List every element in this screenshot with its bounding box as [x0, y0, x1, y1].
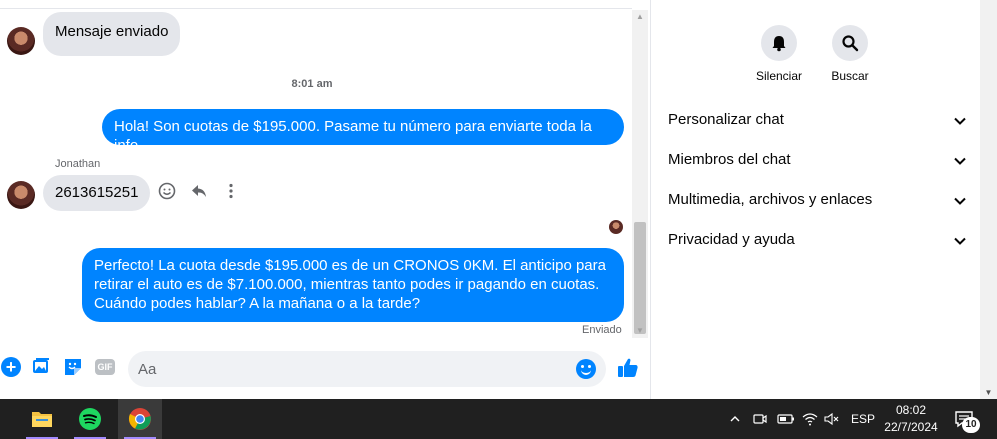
section-label: Privacidad y ayuda [668, 231, 795, 248]
sender-name: Jonathan [55, 158, 101, 170]
search-button[interactable]: Buscar [810, 25, 890, 83]
section-customize-chat[interactable]: Personalizar chat [668, 111, 968, 135]
screen: Mensaje enviado 8:01 am Hola! Son cuotas… [0, 0, 997, 439]
page-scrollbar[interactable]: ▼ [980, 0, 997, 399]
like-icon[interactable] [616, 356, 640, 386]
message-input[interactable] [138, 351, 568, 387]
reply-icon[interactable] [190, 182, 208, 205]
scroll-down-arrow-icon[interactable]: ▼ [980, 388, 997, 397]
search-label: Buscar [831, 69, 869, 83]
scroll-thumb[interactable] [634, 222, 646, 334]
meet-now-icon[interactable] [752, 399, 768, 439]
message-actions [158, 182, 240, 205]
clock-time: 08:02 [895, 403, 927, 417]
message-text: Mensaje enviado [55, 23, 169, 40]
contact-avatar[interactable] [7, 27, 35, 55]
emoji-icon[interactable] [576, 359, 596, 379]
spotify-icon[interactable] [68, 399, 112, 439]
contact-avatar[interactable] [7, 181, 35, 209]
section-media-files-links[interactable]: Multimedia, archivos y enlaces [668, 191, 968, 215]
seen-avatar [609, 220, 623, 234]
image-icon[interactable] [30, 356, 52, 378]
show-hidden-icons-chevron-icon[interactable] [729, 399, 741, 439]
section-privacy-help[interactable]: Privacidad y ayuda [668, 231, 968, 255]
mute-label: Silenciar [755, 69, 803, 83]
input-language-indicator[interactable]: ESP [851, 399, 875, 439]
chevron-down-icon [954, 237, 966, 245]
chevron-down-icon [954, 197, 966, 205]
message-composer: + GIF [0, 348, 650, 392]
gif-icon[interactable]: GIF [94, 356, 116, 378]
clock[interactable]: 08:02 22/7/2024 [878, 402, 944, 436]
volume-muted-icon[interactable] [824, 399, 840, 439]
outgoing-message[interactable]: Perfecto! La cuota desde $195.000 es de … [82, 248, 624, 322]
chevron-down-icon [954, 117, 966, 125]
more-icon[interactable] [222, 182, 240, 205]
mute-button[interactable]: Silenciar [739, 25, 819, 83]
message-status: Enviado [582, 324, 622, 336]
scroll-up-arrow-icon[interactable]: ▲ [632, 10, 648, 24]
conversation-info-panel: Silenciar Buscar Personalizar chat Miemb… [651, 0, 980, 399]
search-icon [832, 25, 868, 61]
time-divider: 8:01 am [291, 78, 333, 90]
chat-scrollbar[interactable]: ▲ ▼ [632, 10, 648, 338]
smile-icon[interactable] [158, 182, 176, 205]
section-chat-members[interactable]: Miembros del chat [668, 151, 968, 175]
file-explorer-icon[interactable] [20, 399, 64, 439]
windows-taskbar: ESP 08:02 22/7/2024 10 [0, 399, 997, 439]
sticker-icon[interactable] [62, 356, 84, 378]
chevron-down-icon [954, 157, 966, 165]
outgoing-message[interactable]: Hola! Son cuotas de $195.000. Pasame tu … [102, 109, 624, 154]
section-label: Miembros del chat [668, 151, 791, 168]
battery-icon[interactable] [777, 399, 795, 439]
chat-top-divider [0, 8, 632, 9]
message-text: Perfecto! La cuota desde $195.000 es de … [94, 257, 606, 312]
message-text: 2613615251 [55, 184, 139, 201]
section-label: Multimedia, archivos y enlaces [668, 191, 873, 208]
wifi-icon[interactable] [802, 399, 818, 439]
gif-label: GIF [95, 359, 115, 375]
incoming-message[interactable]: 2613615251 [43, 175, 151, 211]
clock-date: 22/7/2024 [884, 420, 938, 434]
chrome-icon[interactable] [118, 399, 162, 439]
message-text: Hola! Son cuotas de $195.000. Pasame tu … [114, 118, 592, 154]
bell-icon [761, 25, 797, 61]
chat-area: Mensaje enviado 8:01 am Hola! Son cuotas… [0, 0, 650, 399]
plus-icon[interactable]: + [0, 356, 22, 378]
section-label: Personalizar chat [668, 111, 784, 128]
notification-count-badge: 10 [962, 417, 980, 433]
incoming-message[interactable]: Mensaje enviado [43, 12, 181, 56]
scroll-down-arrow-icon[interactable]: ▼ [632, 324, 648, 338]
message-input-container[interactable] [128, 351, 606, 387]
